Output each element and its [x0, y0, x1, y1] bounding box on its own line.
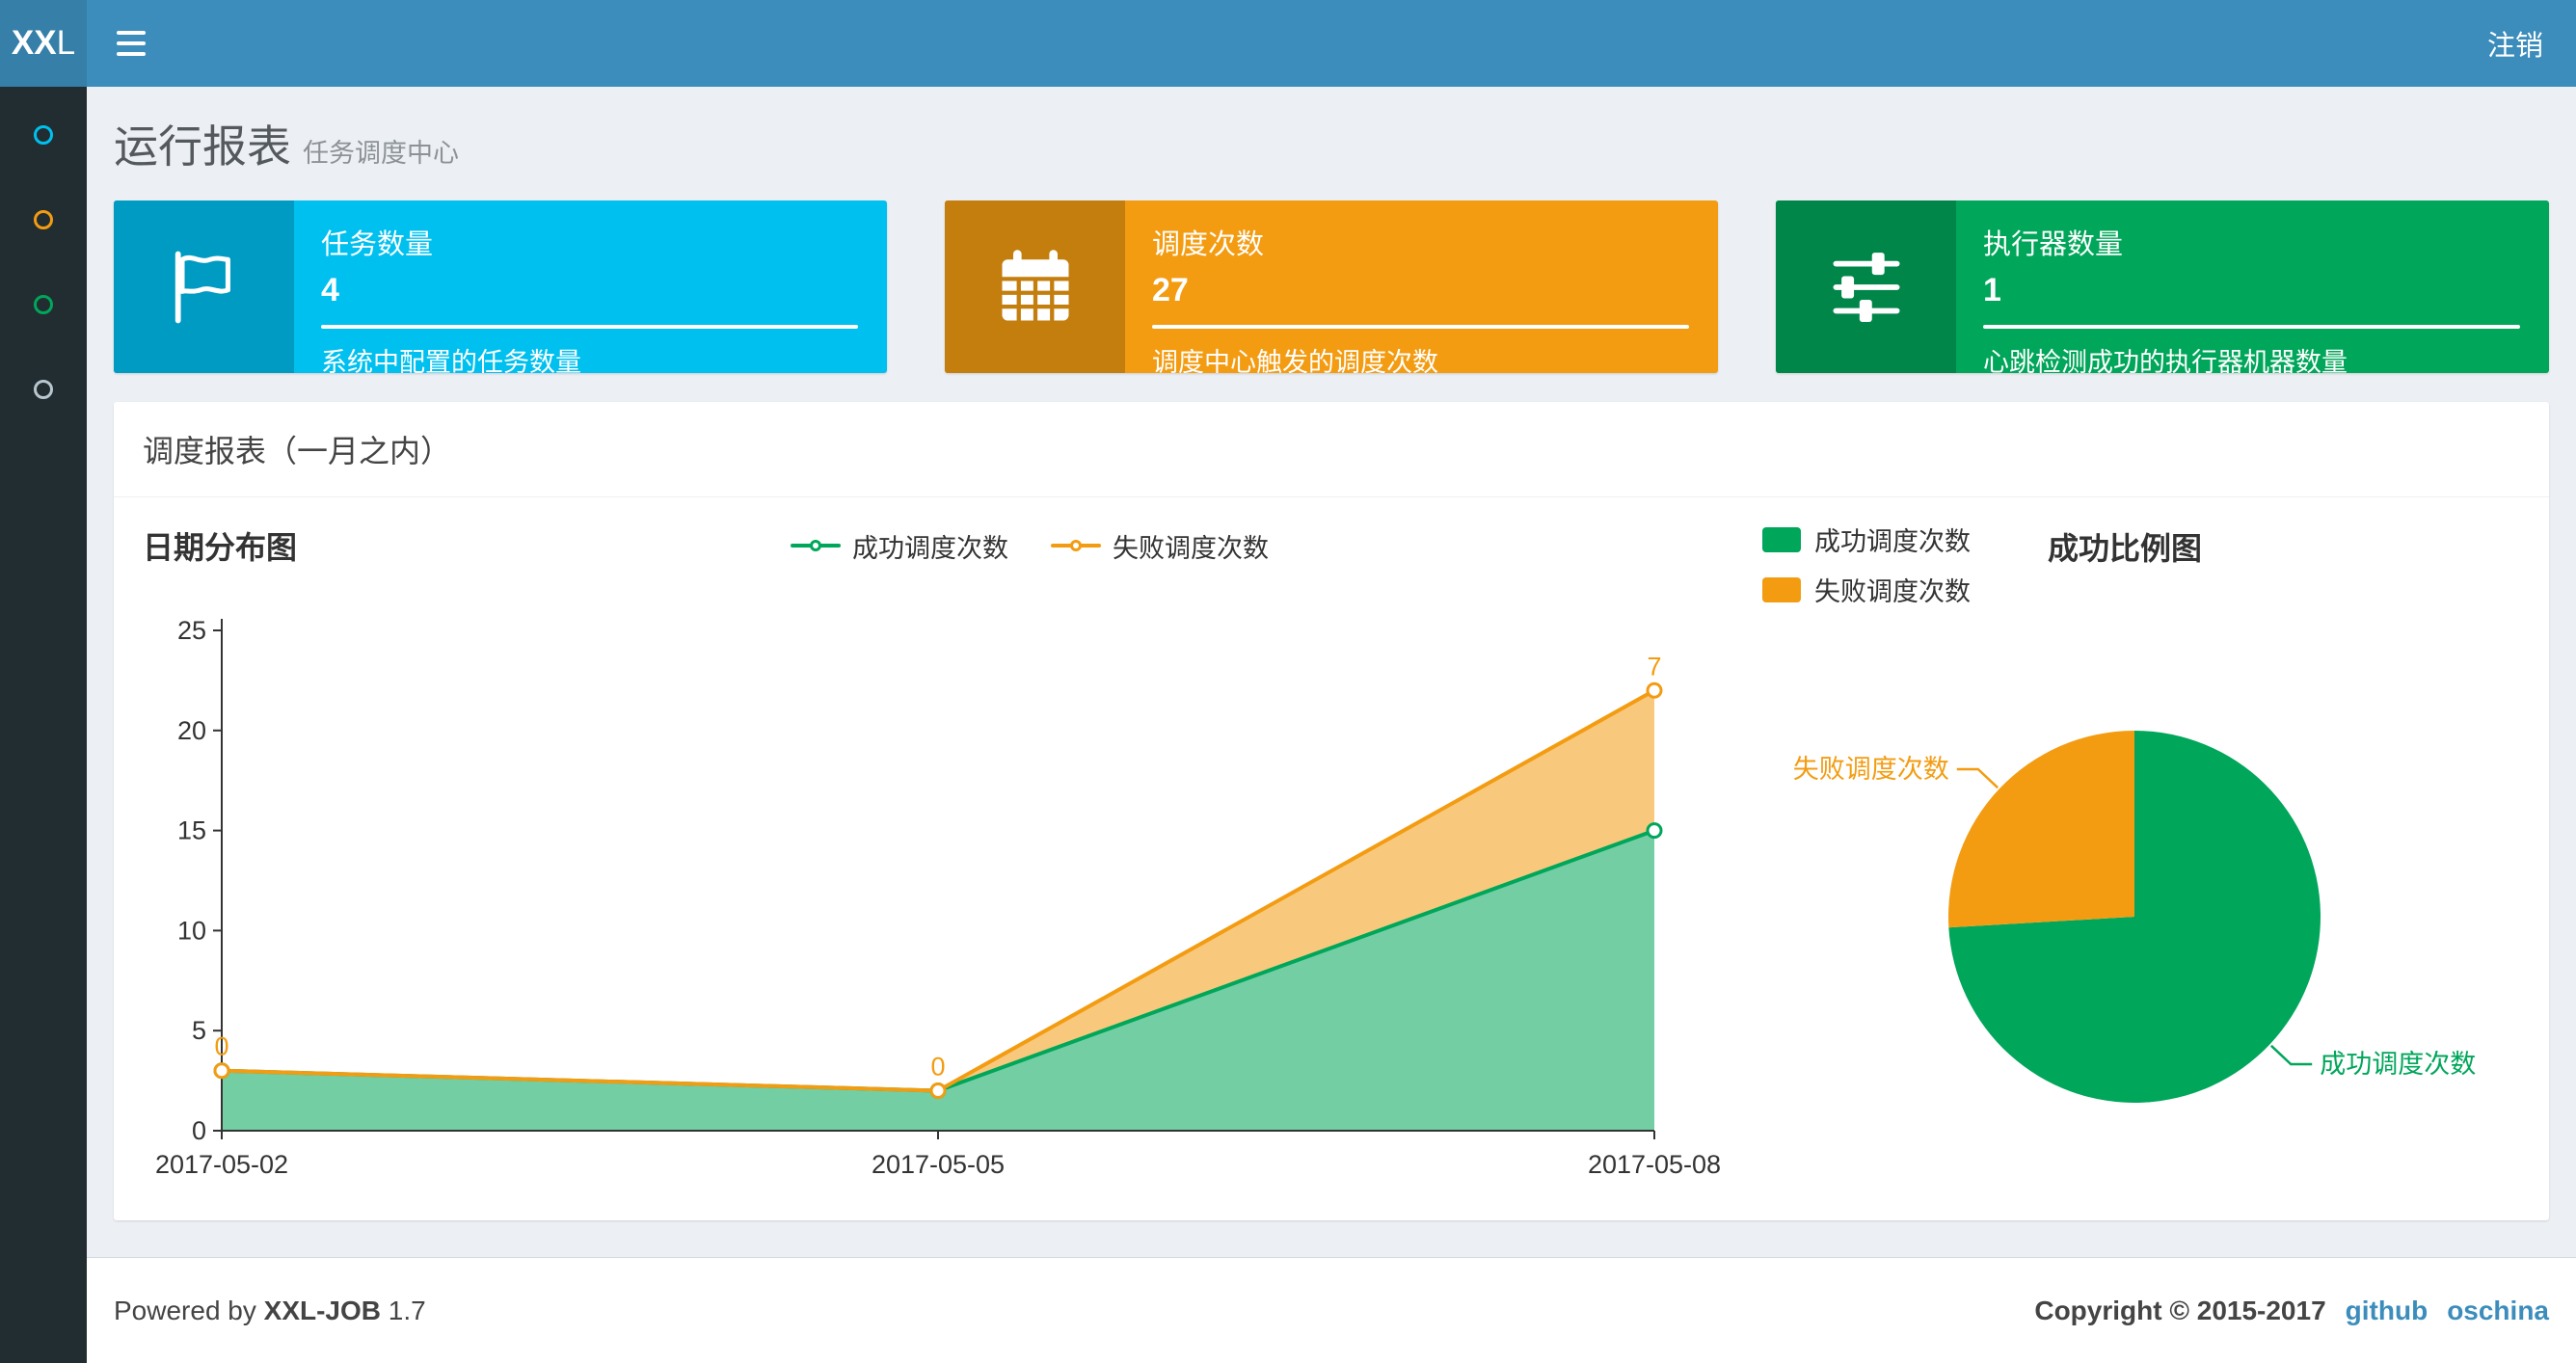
- sidebar-item-2[interactable]: [0, 177, 87, 262]
- flag-icon: [114, 200, 294, 373]
- info-box-description: 系统中配置的任务数量: [321, 348, 581, 373]
- copyright: Copyright © 2015-2017: [2034, 1295, 2326, 1325]
- svg-text:成功调度次数: 成功调度次数: [2320, 1050, 2476, 1079]
- success-ratio-chart[interactable]: 成功调度次数 失败调度次数: [1762, 608, 2495, 1206]
- info-box-title: 执行器数量: [1983, 229, 2124, 260]
- report-panel: 调度报表（一月之内） 日期分布图 成功调度次数 失败调度次数 0 5 10 15…: [114, 402, 2549, 1220]
- svg-text:0: 0: [930, 1052, 945, 1081]
- svg-text:25: 25: [177, 616, 206, 645]
- swatch-icon: [1762, 526, 1801, 552]
- svg-text:0: 0: [192, 1116, 206, 1145]
- svg-text:0: 0: [214, 1032, 228, 1061]
- info-box-progress: [321, 325, 858, 329]
- powered-by: Powered by XXL-JOB 1.7: [114, 1295, 426, 1325]
- legend-item-fail[interactable]: 失败调度次数: [1051, 527, 1269, 565]
- line-marker-icon: [1051, 536, 1101, 555]
- circle-icon: [34, 125, 53, 145]
- main-footer: Powered by XXL-JOB 1.7 Copyright © 2015-…: [87, 1257, 2576, 1363]
- summary-boxes: 任务数量 4 系统中配置的任务数量 调度次数 27 调度中心触发的调度次数 执行…: [87, 175, 2576, 373]
- line-chart-legend: 成功调度次数 失败调度次数: [297, 527, 1762, 565]
- date-distribution-chart[interactable]: 05101520252017-05-02 2017-05-05 2017-05-08…: [143, 575, 1762, 1211]
- svg-text:5: 5: [192, 1016, 206, 1045]
- sidebar-item-4[interactable]: [0, 347, 87, 432]
- logout-link[interactable]: 注销: [2455, 0, 2576, 87]
- svg-text:2017-05-02: 2017-05-02: [155, 1150, 288, 1179]
- info-box-title: 任务数量: [321, 229, 434, 260]
- info-box-executors: 执行器数量 1 心跳检测成功的执行器机器数量: [1776, 200, 2549, 373]
- success-ratio-section: 成功调度次数 失败调度次数 成功比例图 成功调度次数 失败调度次数: [1762, 521, 2520, 1211]
- product-name: XXL-JOB: [263, 1295, 382, 1325]
- info-box-triggers: 调度次数 27 调度中心触发的调度次数: [945, 200, 1718, 373]
- oschina-link[interactable]: oschina: [2447, 1296, 2549, 1326]
- legend-item-success[interactable]: 成功调度次数: [1762, 521, 1971, 558]
- app-logo[interactable]: XX L: [0, 0, 87, 87]
- line-chart-title: 日期分布图: [143, 530, 298, 565]
- page-title: 运行报表 任务调度中心: [114, 121, 459, 172]
- content-area: 运行报表 任务调度中心 任务数量 4 系统中配置的任务数量 调度次数 27 调度…: [87, 87, 2576, 1257]
- report-panel-title: 调度报表（一月之内）: [114, 402, 2549, 497]
- info-box-progress: [1983, 325, 2520, 329]
- sidebar: [0, 87, 87, 1363]
- pie-chart-legend: 成功调度次数 失败调度次数: [1762, 521, 1971, 608]
- legend-item-success[interactable]: 成功调度次数: [791, 527, 1008, 565]
- svg-text:7: 7: [1647, 652, 1661, 681]
- svg-text:2017-05-08: 2017-05-08: [1588, 1150, 1721, 1179]
- swatch-icon: [1762, 576, 1801, 602]
- info-box-description: 调度中心触发的调度次数: [1152, 348, 1438, 373]
- svg-text:10: 10: [177, 916, 206, 945]
- legend-item-fail[interactable]: 失败调度次数: [1762, 571, 1971, 608]
- page-subtitle: 任务调度中心: [303, 139, 459, 168]
- info-box-value: 4: [321, 272, 339, 308]
- content-header: 运行报表 任务调度中心: [87, 87, 2576, 175]
- product-version: 1.7: [388, 1295, 426, 1325]
- svg-text:2017-05-05: 2017-05-05: [872, 1150, 1005, 1179]
- info-box-jobs: 任务数量 4 系统中配置的任务数量: [114, 200, 887, 373]
- calendar-icon: [945, 200, 1125, 373]
- logo-text-bold: XX: [11, 24, 57, 62]
- info-box-title: 调度次数: [1152, 229, 1265, 260]
- svg-text:15: 15: [177, 816, 206, 845]
- svg-text:20: 20: [177, 716, 206, 745]
- line-marker-icon: [791, 536, 841, 555]
- top-navbar: XX L 注销: [0, 0, 2576, 87]
- info-box-value: 1: [1983, 272, 2001, 308]
- info-box-value: 27: [1152, 272, 1189, 308]
- sidebar-toggle-button[interactable]: [87, 0, 175, 87]
- sidebar-item-3[interactable]: [0, 262, 87, 347]
- sidebar-item-1[interactable]: [0, 93, 87, 177]
- github-link[interactable]: github: [2346, 1296, 2428, 1326]
- hamburger-icon: [117, 31, 146, 35]
- sliders-icon: [1776, 200, 1956, 373]
- info-box-description: 心跳检测成功的执行器机器数量: [1983, 348, 2348, 373]
- circle-icon: [34, 380, 53, 399]
- pie-chart-title: 成功比例图: [2048, 531, 2203, 566]
- circle-icon: [34, 295, 53, 314]
- circle-icon: [34, 210, 53, 229]
- date-distribution-section: 日期分布图 成功调度次数 失败调度次数 0 5 10 15 20 25 2017…: [143, 521, 1762, 1211]
- svg-text:失败调度次数: 失败调度次数: [1793, 755, 1949, 784]
- logo-text-light: L: [56, 24, 76, 62]
- info-box-progress: [1152, 325, 1689, 329]
